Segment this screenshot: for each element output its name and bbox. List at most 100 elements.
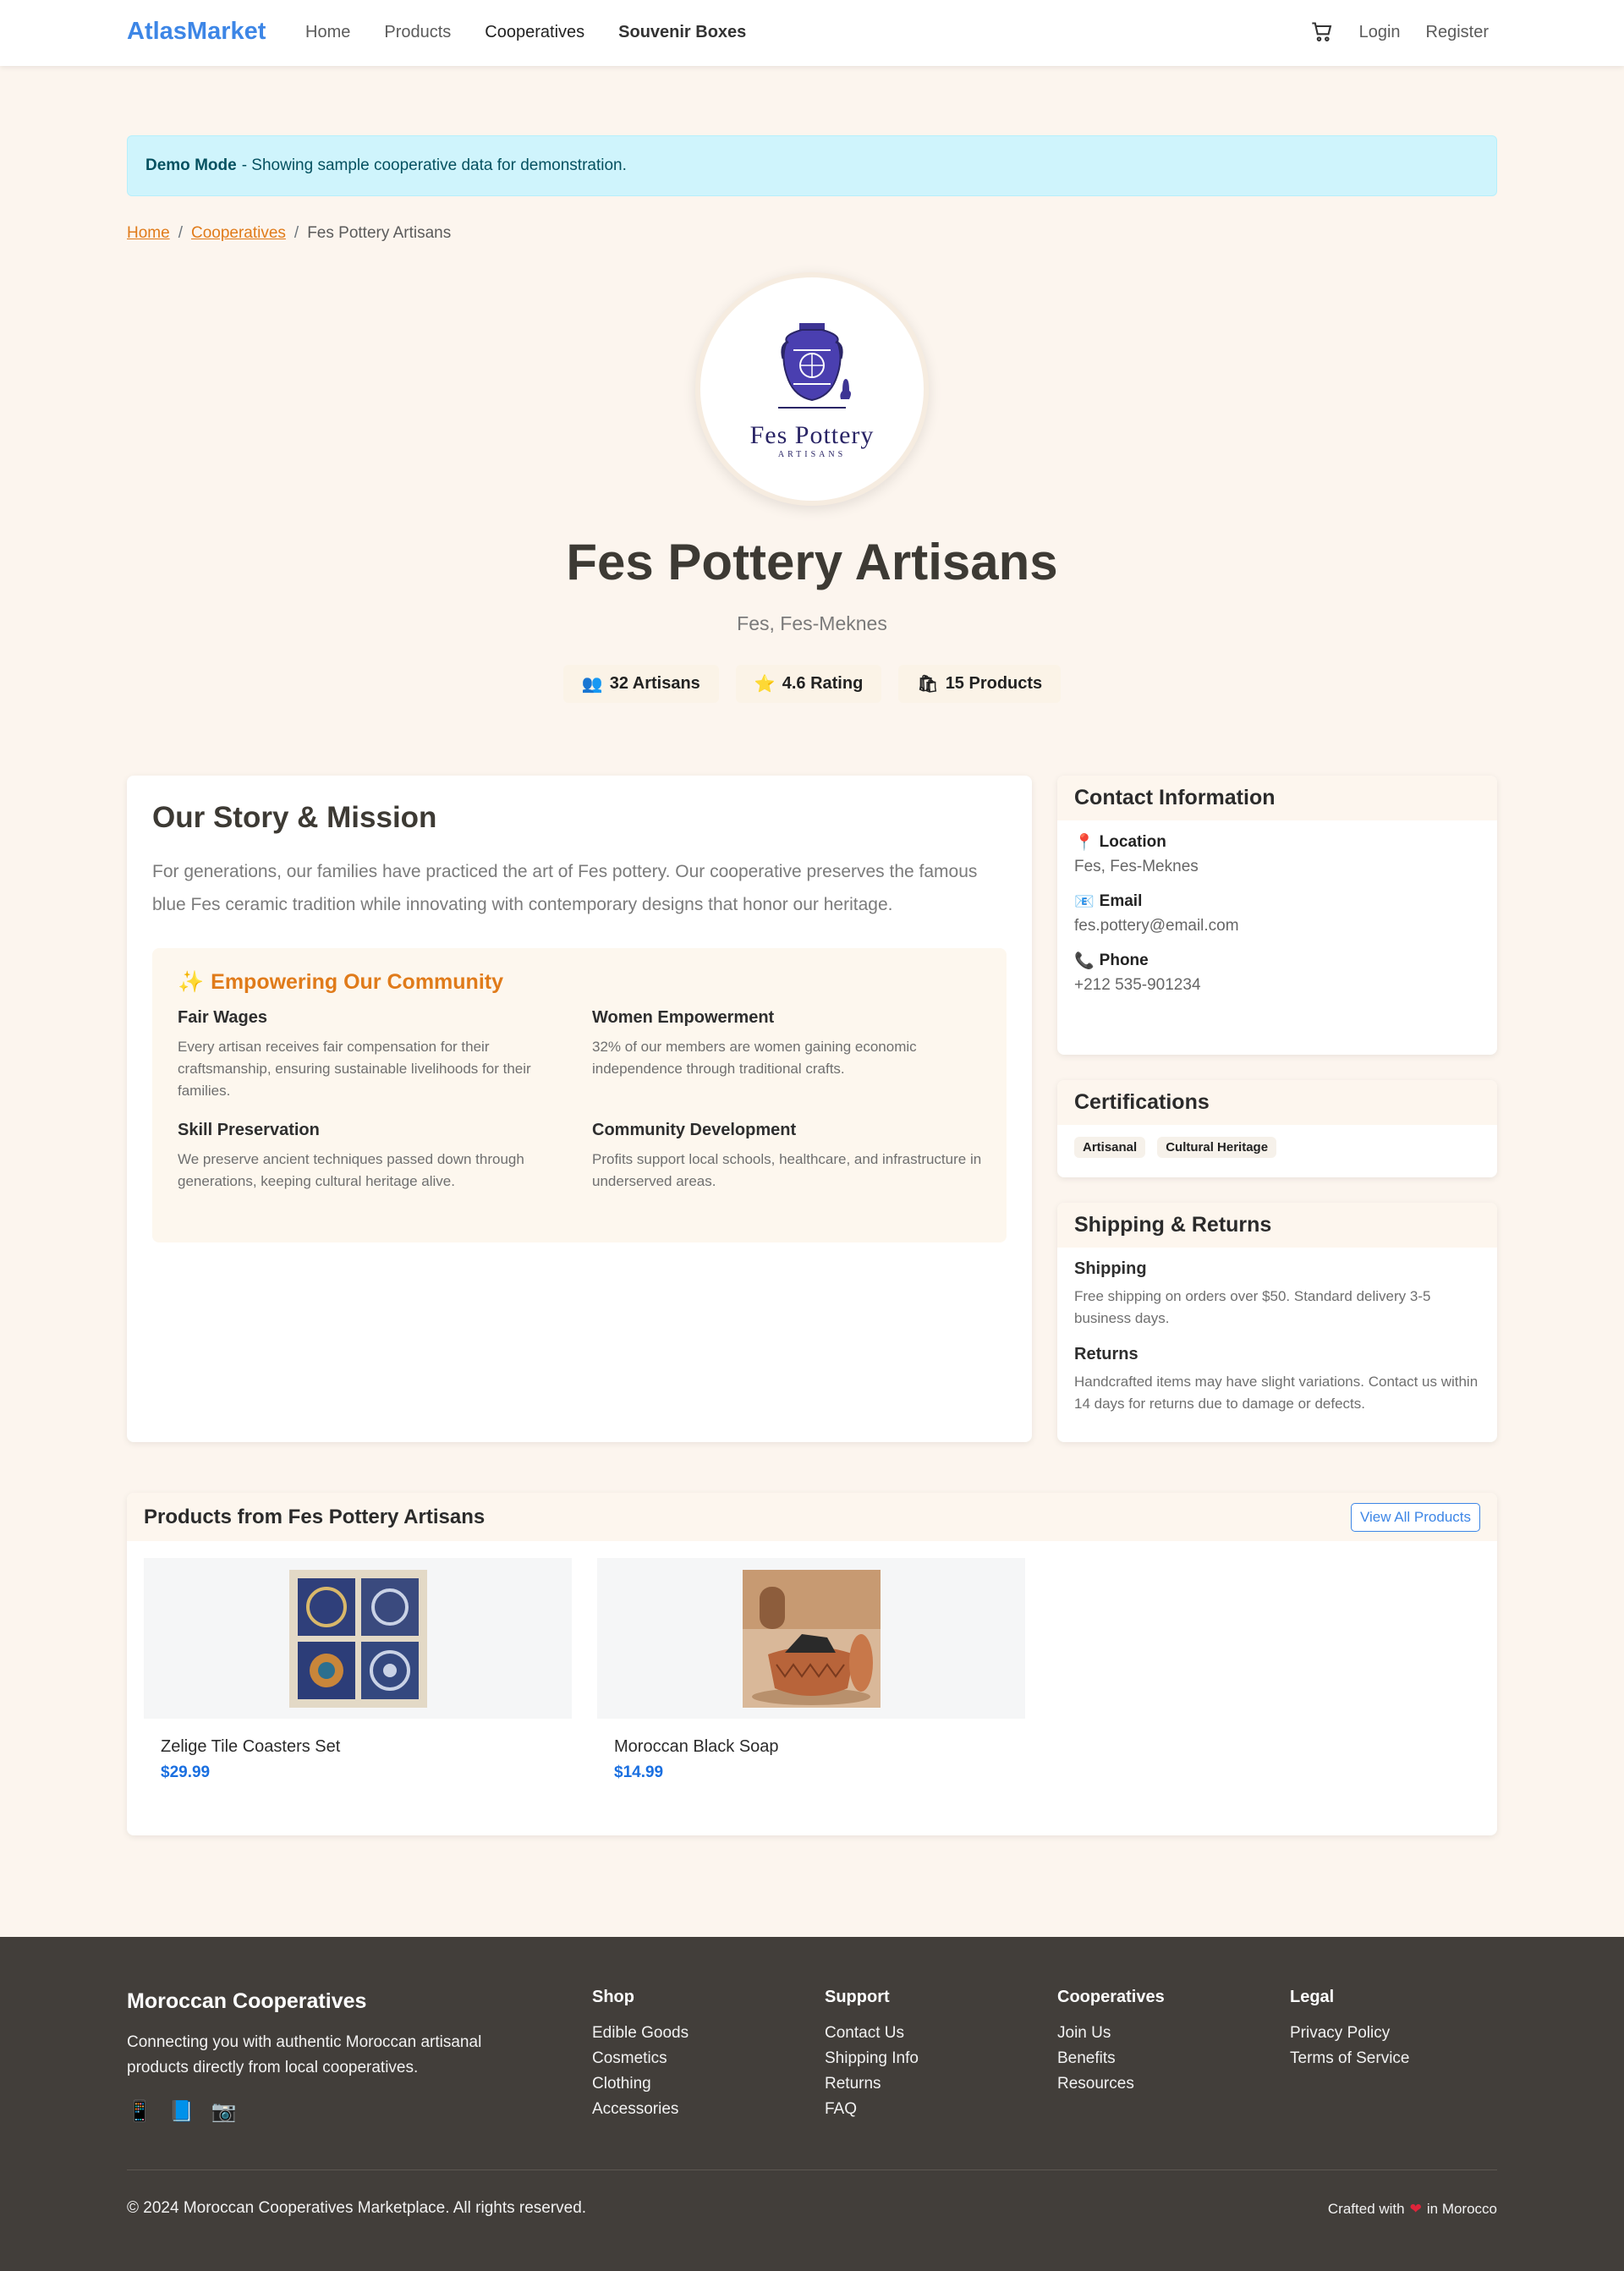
empower-item: Community Development Profits support lo… — [592, 1121, 998, 1193]
view-all-products-button[interactable]: View All Products — [1350, 1502, 1480, 1532]
products-header: Products from Fes Pottery Artisans View … — [127, 1493, 1497, 1541]
contact-card: Contact Information 📍 Location Fes, Fes-… — [1057, 776, 1497, 1055]
breadcrumb-home[interactable]: Home — [127, 224, 170, 243]
breadcrumb-separator: / — [294, 224, 299, 242]
certification-badges: Artisanal Cultural Heritage — [1074, 1137, 1480, 1158]
footer-col-title: Legal — [1290, 1988, 1335, 2006]
nav-home[interactable]: Home — [305, 23, 350, 42]
site-footer: Moroccan Cooperatives Connecting you wit… — [0, 1937, 1624, 2271]
product-card[interactable]: Zelige Tile Coasters Set $29.99 — [144, 1558, 572, 1782]
story-title: Our Story & Mission — [152, 801, 437, 834]
returns-subtitle: Returns — [1074, 1345, 1138, 1363]
empower-item: Women Empowerment 32% of our members are… — [592, 1008, 998, 1102]
footer-link[interactable]: Terms of Service — [1290, 2049, 1409, 2068]
stat-artisans-text: 32 Artisans — [609, 674, 700, 693]
story-card: Our Story & Mission For generations, our… — [127, 776, 1032, 1442]
brand-logo[interactable]: AtlasMarket — [127, 18, 266, 46]
certifications-card: Certifications Artisanal Cultural Herita… — [1057, 1080, 1497, 1177]
contact-email-label: 📧 Email — [1074, 891, 1480, 912]
breadcrumb-cooperatives[interactable]: Cooperatives — [191, 224, 286, 243]
footer-col-title: Cooperatives — [1057, 1988, 1165, 2006]
empower-item-desc: Every artisan receives fair compensation… — [178, 1039, 531, 1099]
alert-strong: Demo Mode — [145, 156, 237, 174]
empower-item-desc: 32% of our members are women gaining eco… — [592, 1039, 917, 1077]
register-link[interactable]: Register — [1426, 23, 1489, 42]
footer-link[interactable]: Accessories — [592, 2100, 689, 2119]
cooperative-stats: 👥 32 Artisans ⭐ 4.6 Rating 🛍 15 Products — [0, 665, 1624, 703]
footer-col-support: Support Contact Us Shipping Info Returns… — [825, 1988, 919, 2126]
nav-souvenir-boxes[interactable]: Souvenir Boxes — [618, 23, 746, 42]
shipping-text: Free shipping on orders over $50. Standa… — [1074, 1288, 1431, 1326]
contact-title: Contact Information — [1057, 776, 1497, 820]
footer-social-links: 📱 📘 📷 — [127, 2099, 237, 2124]
footer-link[interactable]: Contact Us — [825, 2024, 919, 2043]
story-text: For generations, our families have pract… — [152, 862, 978, 914]
crafted-post: in Morocco — [1426, 2201, 1497, 2217]
empower-item-desc: Profits support local schools, healthcar… — [592, 1151, 982, 1189]
nav-products[interactable]: Products — [384, 23, 451, 42]
footer-link[interactable]: Clothing — [592, 2075, 689, 2093]
products-title: Products from Fes Pottery Artisans — [144, 1505, 486, 1528]
contact-phone-label: 📞 Phone — [1074, 951, 1480, 971]
footer-link[interactable]: Returns — [825, 2075, 919, 2093]
product-image[interactable] — [144, 1558, 572, 1719]
footer-link[interactable]: Join Us — [1057, 2024, 1165, 2043]
breadcrumb-separator: / — [178, 224, 183, 242]
artisans-icon: 👥 — [581, 675, 603, 694]
contact-location: 📍 Location Fes, Fes-Meknes — [1074, 832, 1480, 876]
book-icon[interactable]: 📘 — [169, 2099, 195, 2124]
stat-rating: ⭐ 4.6 Rating — [735, 665, 882, 703]
empower-grid: Fair Wages Every artisan receives fair c… — [178, 1008, 981, 1211]
email-value[interactable]: fes.pottery@email.com — [1074, 917, 1480, 935]
footer-link[interactable]: Cosmetics — [592, 2049, 689, 2068]
phone-value[interactable]: +212 535-901234 — [1074, 976, 1480, 995]
logo-subtitle: ARTISANS — [777, 449, 847, 459]
footer-crafted: Crafted with ❤ in Morocco — [1328, 2201, 1497, 2218]
footer-link[interactable]: Resources — [1057, 2075, 1165, 2093]
product-card[interactable]: Moroccan Black Soap $14.99 — [597, 1558, 1025, 1782]
phone-label-text: Phone — [1099, 952, 1149, 969]
product-name[interactable]: Zelige Tile Coasters Set — [144, 1737, 572, 1757]
cooperative-location: Fes, Fes-Meknes — [737, 612, 887, 634]
location-label-text: Location — [1099, 833, 1166, 851]
product-grid: Zelige Tile Coasters Set $29.99 Moroccan… — [127, 1541, 1497, 1799]
empower-item-desc: We preserve ancient techniques passed do… — [178, 1151, 524, 1189]
nav-cooperatives[interactable]: Cooperatives — [485, 23, 584, 42]
contact-phone: 📞 Phone +212 535-901234 — [1074, 951, 1480, 995]
contact-location-label: 📍 Location — [1074, 832, 1480, 853]
shopping-bag-icon: 🛍 — [917, 675, 939, 694]
alert-text: - Showing sample cooperative data for de… — [241, 156, 627, 174]
empower-box: ✨ Empowering Our Community Fair Wages Ev… — [152, 948, 1007, 1242]
main-nav: Home Products Cooperatives Souvenir Boxe… — [305, 23, 746, 42]
shipping-title: Shipping & Returns — [1057, 1203, 1497, 1248]
empower-item-title: Women Empowerment — [592, 1008, 775, 1027]
logo-name: Fes Pottery — [749, 420, 875, 449]
footer-col-title: Support — [825, 1988, 890, 2006]
contact-email: 📧 Email fes.pottery@email.com — [1074, 891, 1480, 935]
footer-col-shop: Shop Edible Goods Cosmetics Clothing Acc… — [592, 1988, 689, 2126]
footer-brand: Moroccan Cooperatives — [127, 1989, 367, 2013]
footer-link[interactable]: Benefits — [1057, 2049, 1165, 2068]
mobile-icon[interactable]: 📱 — [127, 2099, 152, 2124]
product-name[interactable]: Moroccan Black Soap — [597, 1737, 1025, 1757]
footer-copyright: © 2024 Moroccan Cooperatives Marketplace… — [127, 2199, 587, 2217]
nav-right: Login Register — [1310, 20, 1489, 44]
footer-link[interactable]: Privacy Policy — [1290, 2024, 1409, 2043]
cooperative-logo: Fes Pottery ARTISANS — [695, 272, 929, 506]
sparkle-icon: ✨ — [178, 970, 205, 994]
empower-title-text: Empowering Our Community — [211, 970, 503, 994]
stat-artisans: 👥 32 Artisans — [562, 665, 719, 703]
footer-link[interactable]: Edible Goods — [592, 2024, 689, 2043]
empower-title: ✨ Empowering Our Community — [178, 970, 981, 995]
crafted-pre: Crafted with — [1327, 2201, 1405, 2217]
product-image[interactable] — [597, 1558, 1025, 1719]
cart-icon[interactable] — [1310, 20, 1334, 44]
location-value: Fes, Fes-Meknes — [1074, 858, 1199, 875]
camera-icon[interactable]: 📷 — [211, 2099, 237, 2124]
demo-mode-alert: Demo Mode - Showing sample cooperative d… — [127, 135, 1497, 196]
login-link[interactable]: Login — [1359, 23, 1401, 42]
certification-badge: Artisanal — [1074, 1137, 1146, 1158]
footer-link[interactable]: Shipping Info — [825, 2049, 919, 2068]
footer-link[interactable]: FAQ — [825, 2100, 919, 2119]
star-icon: ⭐ — [754, 675, 776, 694]
